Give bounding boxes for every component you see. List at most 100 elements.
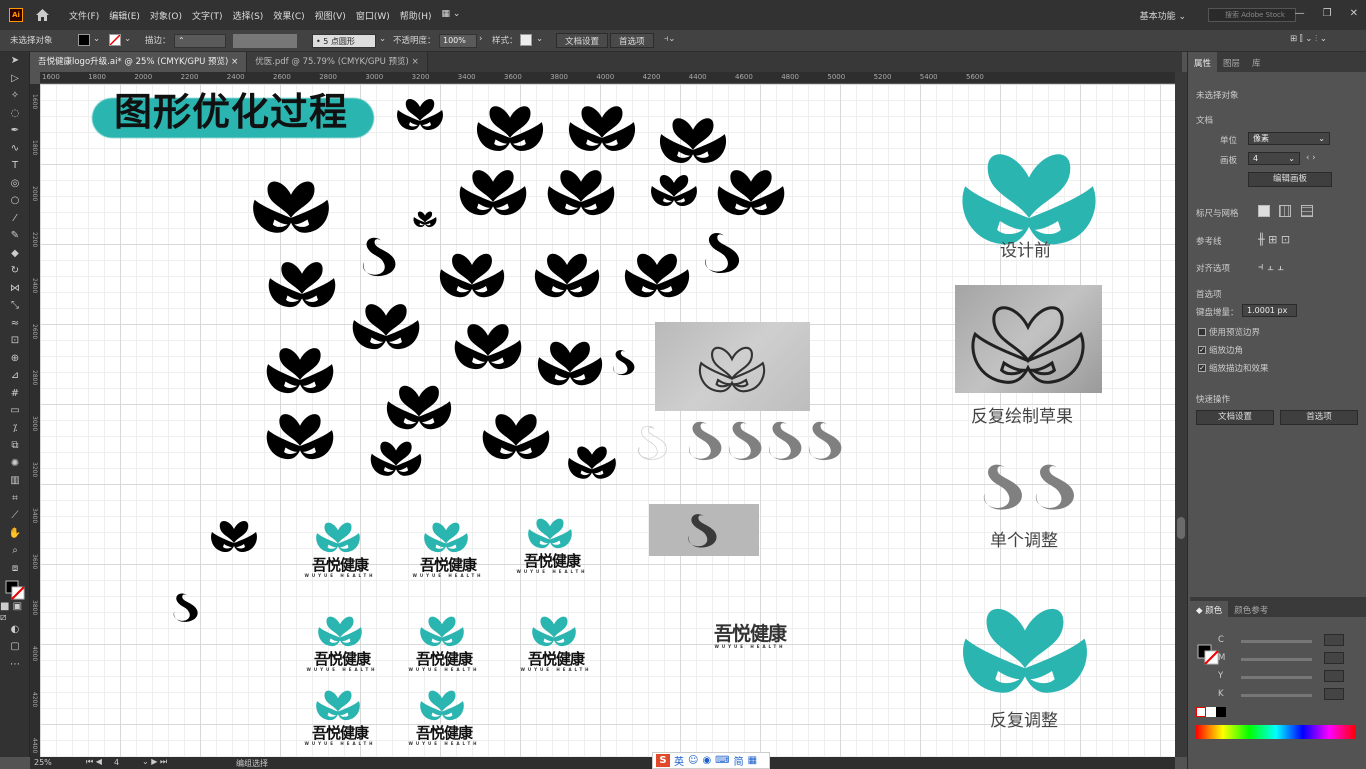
eraser-icon[interactable]: ◆ <box>0 245 30 263</box>
menu-file[interactable]: 文件(F) <box>69 9 99 22</box>
swan-sketch[interactable] <box>348 294 424 352</box>
brush-dropdown-icon[interactable]: ⌄ <box>379 34 386 44</box>
spiral-tool-icon[interactable]: ◎ <box>0 175 30 193</box>
gray-swan[interactable] <box>804 416 850 464</box>
stroke-weight-field[interactable]: ⌃ <box>174 34 226 48</box>
pen-tool-icon[interactable]: ✒ <box>0 122 30 140</box>
paintbrush-icon[interactable]: ⁄ <box>0 210 30 228</box>
emoji-icon[interactable]: ☺ <box>688 755 698 766</box>
doc-setup-button[interactable]: 文档设置 <box>556 33 609 48</box>
draw-mode-icon[interactable]: ◐ <box>0 621 30 639</box>
swan-sketch[interactable] <box>544 160 618 218</box>
menu-type[interactable]: 文字(T) <box>192 9 223 22</box>
tab-layers[interactable]: 图层 <box>1217 52 1246 72</box>
voice-icon[interactable]: ◉ <box>702 755 711 766</box>
brand-lockup[interactable]: 吾悦健康 WUYUE HEALTH <box>406 610 482 672</box>
warp-icon[interactable]: ≈ <box>0 315 30 333</box>
zoom-level[interactable]: 25% <box>34 758 52 767</box>
swan-sketch[interactable] <box>395 92 445 132</box>
ime-simplified[interactable]: 简 <box>734 753 744 768</box>
vertical-scrollbar[interactable] <box>1175 72 1187 757</box>
artboard-select[interactable]: 4 ⌄ <box>1248 152 1300 165</box>
artboard-nav-icons[interactable]: ⏮ ◀ <box>86 757 102 767</box>
brand-lockup[interactable]: 吾悦健康 WUYUE HEALTH <box>304 610 380 672</box>
swan-sketch[interactable] <box>640 168 708 208</box>
slider-k[interactable] <box>1241 694 1312 697</box>
tab-logo-doc[interactable]: 吾悦健康logo升级.ai* @ 25% (CMYK/GPU 预览) × <box>30 52 248 72</box>
curvature-tool-icon[interactable]: ∿ <box>0 140 30 158</box>
value-c[interactable] <box>1324 634 1344 646</box>
align-icons[interactable]: ⫞ ⫠ ⫠ <box>1258 260 1284 274</box>
default-colors-icon[interactable]: ⧈ <box>0 560 30 578</box>
rotate-icon[interactable]: ↻ <box>0 262 30 280</box>
variable-width-profile[interactable] <box>233 34 297 48</box>
logo-final[interactable] <box>944 590 1106 698</box>
brand-lockup[interactable]: 吾悦健康 WUYUE HEALTH <box>518 610 594 672</box>
apps-icon[interactable]: ▦ <box>748 755 757 766</box>
swan-sketch[interactable] <box>435 244 509 300</box>
value-y[interactable] <box>1324 670 1344 682</box>
restore-icon[interactable]: ❐ <box>1323 8 1332 19</box>
single-swan-sketch[interactable] <box>700 224 748 280</box>
brush-definition[interactable]: • 5 点圆形 <box>312 34 376 48</box>
scale-corners-checkbox[interactable]: ✓ 缩放边角 <box>1198 344 1243 356</box>
blend-icon[interactable]: ⧉ <box>0 437 30 455</box>
close-icon[interactable]: ✕ <box>1350 8 1358 19</box>
logo-before[interactable] <box>954 134 1104 250</box>
fill-stroke-icon[interactable] <box>1196 631 1220 665</box>
tab-close-icon[interactable]: × <box>412 57 419 67</box>
sketch-photo[interactable] <box>655 322 810 411</box>
arrange-documents-icon[interactable]: ▦ ⌄ <box>442 9 461 22</box>
artboard-tool-icon[interactable]: ⌗ <box>0 490 30 508</box>
menu-effect[interactable]: 效果(C) <box>273 9 304 22</box>
sogou-icon[interactable]: S <box>656 754 670 767</box>
home-icon[interactable] <box>35 8 49 22</box>
fill-dropdown-icon[interactable]: ⌄ <box>93 34 100 44</box>
brand-wordmark[interactable]: 吾悦健康 WUYUE HEALTH <box>700 624 800 649</box>
slider-y[interactable] <box>1241 676 1312 679</box>
swan-sketch[interactable] <box>657 108 729 166</box>
style-dropdown-icon[interactable]: ⌄ <box>536 34 543 44</box>
fill-swatch[interactable] <box>78 34 90 46</box>
brand-lockup[interactable]: 吾悦健康 WUYUE HEALTH <box>514 512 590 574</box>
menu-help[interactable]: 帮助(H) <box>400 9 432 22</box>
hand-icon[interactable]: ✋ <box>0 525 30 543</box>
preview-bounds-checkbox[interactable]: 使用预览边界 <box>1198 326 1260 338</box>
ime-language[interactable]: 英 <box>674 753 684 768</box>
stroke-dropdown-icon[interactable]: ⌄ <box>124 34 131 44</box>
transparency-grid-icon[interactable] <box>1301 205 1313 217</box>
brand-lockup[interactable]: 吾悦健康 WUYUE HEALTH <box>302 516 378 578</box>
fill-stroke-icon[interactable] <box>0 577 30 603</box>
value-k[interactable] <box>1324 688 1344 700</box>
brand-lockup[interactable]: 吾悦健康 WUYUE HEALTH <box>410 516 486 578</box>
unit-select[interactable]: 像素 ⌄ <box>1248 132 1330 145</box>
slice-icon[interactable]: ⟋ <box>0 507 30 525</box>
menu-object[interactable]: 对象(O) <box>150 9 182 22</box>
stroke-swatch[interactable] <box>109 34 121 46</box>
brand-lockup[interactable]: 吾悦健康 WUYUE HEALTH <box>302 684 378 746</box>
keyboard-icon[interactable]: ⌨ <box>715 755 729 766</box>
outline-swan[interactable] <box>634 418 674 466</box>
brand-lockup[interactable]: 吾悦健康 WUYUE HEALTH <box>406 684 482 746</box>
swan-sketch[interactable] <box>450 314 526 372</box>
eyedropper-icon[interactable]: ⁒ <box>0 420 30 438</box>
column-graph-icon[interactable]: ▥ <box>0 472 30 490</box>
arrange-icon[interactable]: ⫞⌄ <box>664 34 675 44</box>
single-swan-sketch[interactable] <box>170 589 204 625</box>
swan-sketch[interactable] <box>364 434 428 478</box>
symbol-sprayer-icon[interactable]: ✺ <box>0 455 30 473</box>
guide-icons[interactable]: ╫ ⊞ ⊡ <box>1258 233 1290 246</box>
swan-sketch[interactable] <box>262 338 338 396</box>
none-black-white-swatches[interactable] <box>1196 707 1226 717</box>
zoom-icon[interactable]: ⌕ <box>0 542 30 560</box>
more-tools-icon[interactable]: ⋯ <box>0 656 30 674</box>
align-icons[interactable]: ⊞ ⫿ ⌄ ⫶ ⌄ <box>1290 34 1327 44</box>
swan-sketch[interactable] <box>478 404 554 462</box>
direct-selection-tool-icon[interactable]: ▷ <box>0 70 30 88</box>
swan-sketch[interactable] <box>474 96 546 154</box>
sketch-photo-large[interactable] <box>955 285 1102 393</box>
gray-swan[interactable] <box>978 454 1032 518</box>
grid-icon[interactable] <box>1279 205 1291 217</box>
menu-select[interactable]: 选择(S) <box>233 9 264 22</box>
minimize-icon[interactable]: — <box>1295 8 1305 19</box>
